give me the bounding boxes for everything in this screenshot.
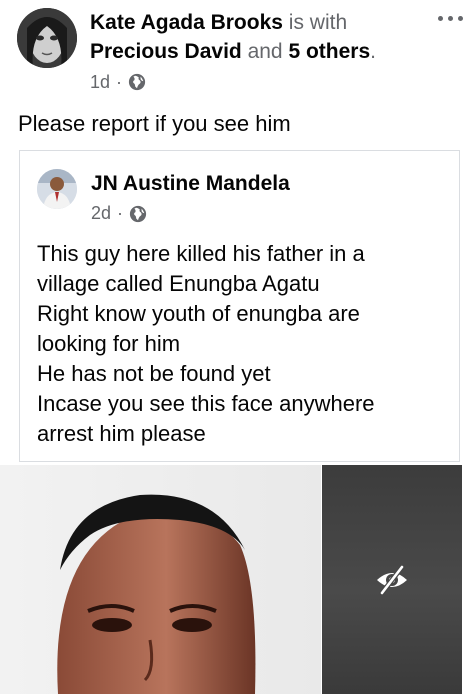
eye-slash-icon (377, 564, 407, 596)
globe-icon[interactable] (128, 73, 146, 91)
author-name[interactable]: Kate Agada Brooks (90, 11, 283, 34)
with-text: is with (288, 11, 348, 34)
meta-separator: · (116, 71, 123, 92)
post-time[interactable]: 1d (90, 72, 110, 93)
shared-post-time[interactable]: 2d (91, 203, 111, 224)
post-meta: 1d · (90, 70, 146, 94)
post-photo[interactable] (0, 465, 321, 694)
and-text: and (247, 40, 283, 63)
shared-text-line: looking for him (37, 331, 181, 356)
shared-author-avatar[interactable] (37, 169, 77, 209)
shared-author-name[interactable]: JN Austine Mandela (91, 172, 290, 196)
more-options-button[interactable] (434, 8, 466, 28)
period: . (370, 40, 377, 63)
shared-post-meta: 2d · (91, 203, 147, 224)
shared-text-line: arrest him please (37, 421, 206, 446)
post-header-text: Kate Agada Brooks is with Precious David… (90, 8, 420, 66)
tagged-person[interactable]: Precious David (90, 40, 242, 63)
shared-post-text: This guy here killed his father in a vil… (37, 239, 447, 449)
meta-separator: · (117, 203, 124, 223)
shared-text-line: Incase you see this face anywhere (37, 391, 375, 416)
more-options-icon-dot (457, 15, 463, 21)
more-options-icon (437, 15, 443, 21)
more-options-icon-dot (447, 15, 453, 21)
shared-text-line: He has not be found yet (37, 361, 271, 386)
hidden-photo[interactable] (322, 465, 462, 694)
globe-icon[interactable] (129, 205, 147, 223)
shared-post-card[interactable]: JN Austine Mandela 2d · This guy here ki… (19, 150, 460, 462)
post-header: Kate Agada Brooks is with Precious David… (0, 0, 476, 100)
shared-text-line: village called Enungba Agatu (37, 271, 320, 296)
shared-text-line: Right know youth of enungba are (37, 301, 360, 326)
post-text: Please report if you see him (18, 111, 291, 136)
author-avatar[interactable] (17, 8, 77, 68)
others-link[interactable]: 5 others (288, 40, 370, 63)
shared-text-line: This guy here killed his father in a (37, 241, 365, 266)
